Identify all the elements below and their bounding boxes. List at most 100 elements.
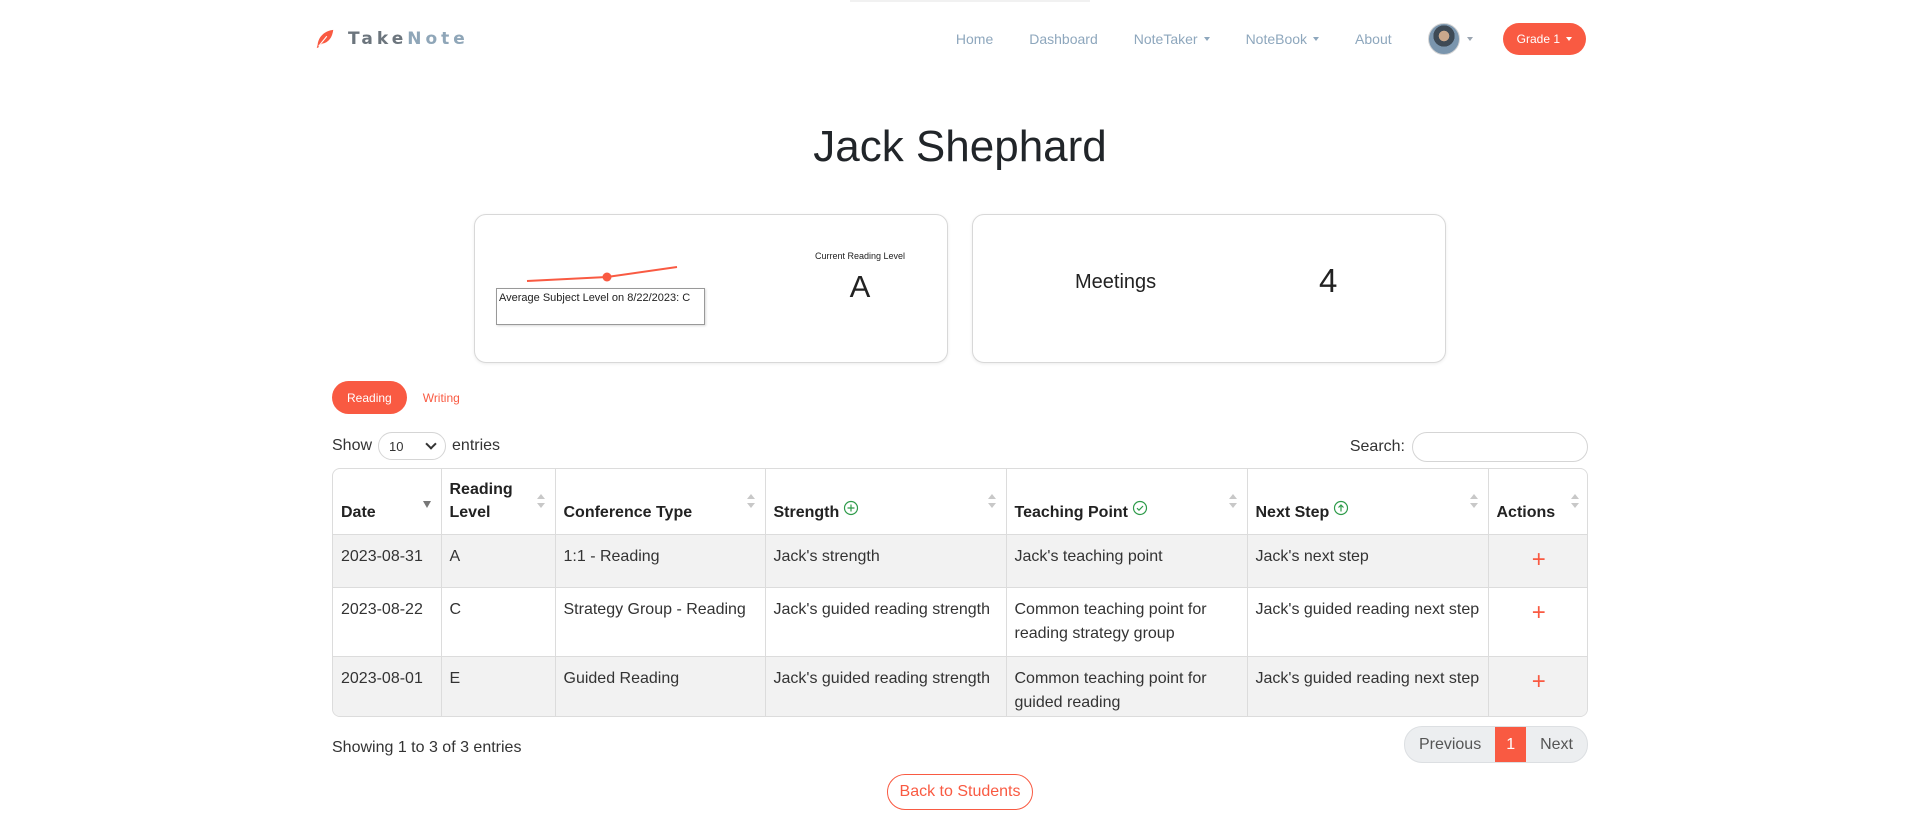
column-header-actions[interactable]: Actions: [1488, 469, 1587, 535]
header-label: Teaching Point: [1014, 503, 1128, 521]
sort-desc-icon: [422, 494, 431, 508]
cell-actions: +: [1488, 534, 1587, 588]
column-header-reading-level[interactable]: Reading Level: [441, 469, 556, 535]
cell-strength: Jack's guided reading strength: [765, 587, 1007, 657]
page-length-value: 10: [389, 438, 404, 454]
next-page-button[interactable]: Next: [1526, 727, 1587, 762]
previous-page-button[interactable]: Previous: [1405, 727, 1495, 762]
sort-icon: [1571, 493, 1579, 508]
nav-dashboard[interactable]: Dashboard: [1029, 31, 1098, 47]
caret-down-icon: [1313, 37, 1320, 41]
cell-date: 2023-08-31: [333, 534, 442, 588]
header-label: Actions: [1496, 503, 1556, 521]
header-label: Conference Type: [563, 503, 693, 521]
cell-conference-type: 1:1 - Reading: [555, 534, 766, 588]
back-to-students-button[interactable]: Back to Students: [887, 774, 1033, 810]
tab-reading[interactable]: Reading: [332, 381, 407, 414]
sort-icon: [536, 493, 545, 508]
nav-notetaker-label: NoteTaker: [1133, 31, 1198, 47]
meetings-count: 4: [1319, 262, 1338, 299]
nav-about[interactable]: About: [1355, 31, 1392, 47]
sort-icon: [1228, 493, 1237, 508]
reading-level-card: Average Subject Level on 8/22/2023: C Cu…: [474, 214, 948, 363]
search-input[interactable]: [1412, 432, 1588, 462]
subject-tabs: Reading Writing: [332, 381, 460, 414]
search-label: Search:: [1349, 438, 1405, 455]
cell-actions: +: [1488, 587, 1587, 657]
pagination: Previous 1 Next: [1403, 726, 1588, 763]
nav-links: Home Dashboard NoteTaker NoteBook About …: [956, 22, 1586, 56]
page-length-select[interactable]: 10: [378, 432, 447, 460]
caret-down-icon: [1203, 37, 1210, 41]
feather-icon: [316, 29, 334, 49]
table-row: 2023-08-22 C Strategy Group - Reading Ja…: [333, 587, 1587, 657]
table-header-row: Date Reading Level Conference Type Stren…: [333, 469, 1587, 535]
brand-logo[interactable]: Take Note: [314, 28, 469, 50]
sort-icon: [1469, 493, 1478, 508]
reading-level-sparkline: [526, 266, 678, 282]
cell-strength: Jack's strength: [765, 534, 1007, 588]
show-label: Show: [332, 437, 373, 454]
brand-name-note: Note: [407, 29, 469, 49]
cell-reading-level: C: [441, 587, 556, 657]
add-circle-icon: [844, 501, 859, 516]
cell-teaching-point: Common teaching point for reading strate…: [1006, 587, 1248, 657]
table-info: Showing 1 to 3 of 3 entries: [332, 739, 522, 756]
page-length-control: Show 10 entries: [332, 432, 500, 460]
column-header-strength[interactable]: Strength: [765, 469, 1007, 535]
column-header-conference-type[interactable]: Conference Type: [555, 469, 766, 535]
cell-reading-level: A: [441, 534, 556, 588]
column-header-date[interactable]: Date: [333, 469, 442, 535]
entries-label: entries: [452, 437, 501, 454]
sort-icon: [746, 493, 755, 508]
cell-strength: Jack's guided reading strength: [765, 656, 1007, 716]
cell-conference-type: Strategy Group - Reading: [555, 587, 766, 657]
chevron-down-icon: [425, 438, 437, 450]
caret-down-icon: [1566, 37, 1572, 41]
column-header-next-step[interactable]: Next Step: [1247, 469, 1489, 535]
caret-down-icon: [1466, 37, 1473, 41]
navbar: Take Note Home Dashboard NoteTaker NoteBo…: [314, 22, 1586, 58]
page-1-button[interactable]: 1: [1495, 727, 1527, 762]
cell-next-step: Jack's next step: [1247, 534, 1489, 588]
avatar: [1427, 23, 1460, 55]
meetings-card: Meetings 4: [972, 214, 1446, 363]
brand-name-take: Take: [348, 29, 408, 49]
tab-writing[interactable]: Writing: [423, 391, 460, 405]
sort-icon: [987, 493, 996, 508]
top-divider: [850, 0, 1090, 2]
current-reading-level-label: Current Reading Level: [814, 251, 906, 261]
sparkline-tooltip: Average Subject Level on 8/22/2023: C: [496, 288, 705, 325]
user-menu[interactable]: [1427, 23, 1473, 55]
cell-teaching-point: Common teaching point for guided reading: [1006, 656, 1248, 716]
cell-reading-level: E: [441, 656, 556, 716]
sparkline-segment: [526, 276, 608, 282]
nav-notetaker-dropdown[interactable]: NoteTaker: [1134, 31, 1210, 47]
column-header-teaching-point[interactable]: Teaching Point: [1006, 469, 1248, 535]
page-title: Jack Shephard: [813, 122, 1107, 171]
sparkline-segment: [606, 266, 678, 278]
cell-next-step: Jack's guided reading next step: [1247, 656, 1489, 716]
meetings-label: Meetings: [1075, 271, 1157, 293]
conferences-table: Date Reading Level Conference Type Stren…: [332, 468, 1588, 717]
cell-date: 2023-08-22: [333, 587, 442, 657]
table-search: Search:: [1350, 432, 1588, 462]
nav-notebook-label: NoteBook: [1245, 31, 1308, 47]
table-row: 2023-08-01 E Guided Reading Jack's guide…: [333, 656, 1587, 716]
nav-notebook-dropdown[interactable]: NoteBook: [1245, 31, 1320, 47]
grade-dropdown-button[interactable]: Grade 1: [1502, 23, 1586, 55]
header-label: Next Step: [1255, 503, 1330, 521]
current-reading-level-value: A: [849, 269, 871, 304]
add-action-button[interactable]: +: [1497, 547, 1582, 572]
nav-home[interactable]: Home: [956, 31, 993, 47]
add-action-button[interactable]: +: [1497, 600, 1582, 625]
grade-label: Grade 1: [1516, 32, 1560, 46]
add-action-button[interactable]: +: [1497, 669, 1582, 694]
table-row: 2023-08-31 A 1:1 - Reading Jack's streng…: [333, 534, 1587, 588]
sparkline-point[interactable]: [602, 272, 612, 282]
check-circle-icon: [1132, 501, 1148, 516]
cell-conference-type: Guided Reading: [555, 656, 766, 716]
cell-teaching-point: Jack's teaching point: [1006, 534, 1248, 588]
header-label: Date: [341, 503, 376, 521]
arrow-up-circle-icon: [1334, 501, 1349, 516]
